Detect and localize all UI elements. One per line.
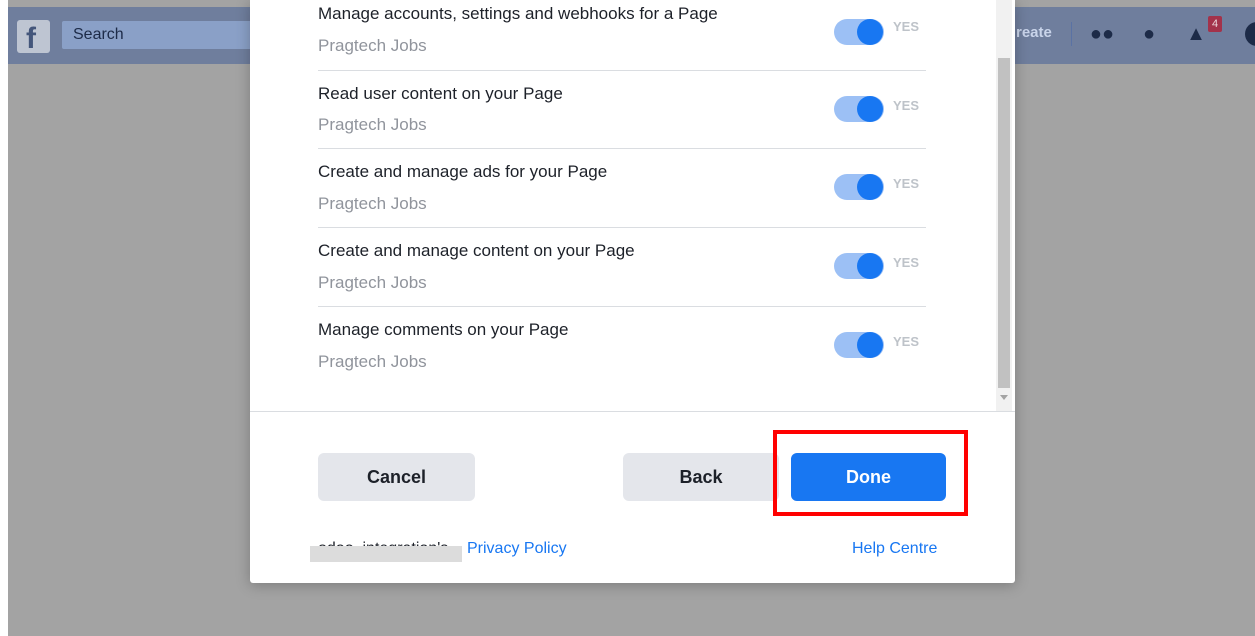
permission-page-name: Pragtech Jobs — [318, 352, 427, 371]
permission-page-name: Pragtech Jobs — [318, 36, 427, 55]
done-highlight-annotation — [773, 430, 968, 516]
permission-title: Read user content on your Page — [318, 84, 563, 103]
toggle-knob — [857, 19, 883, 45]
search-input[interactable]: Search — [62, 21, 262, 49]
facebook-logo-icon[interactable]: f — [17, 20, 50, 55]
footer-divider — [250, 411, 1015, 412]
permission-page-name: Pragtech Jobs — [318, 194, 427, 213]
search-placeholder: Search — [73, 26, 124, 43]
permissions-list[interactable]: Manage accounts, settings and webhooks f… — [250, 0, 1015, 411]
notification-badge: 4 — [1208, 16, 1222, 32]
messenger-icon[interactable]: ● — [1135, 20, 1163, 48]
permission-row: Read user content on your Page Pragtech … — [318, 70, 926, 149]
permission-row: Manage accounts, settings and webhooks f… — [318, 0, 926, 71]
cancel-button[interactable]: Cancel — [318, 453, 475, 501]
permission-page-name: Pragtech Jobs — [318, 115, 427, 134]
permission-row: Create and manage content on your Page P… — [318, 228, 926, 307]
redaction-bar — [310, 546, 462, 562]
scroll-down-arrow-icon[interactable] — [1000, 395, 1008, 400]
toggle-label: YES — [893, 19, 920, 34]
toggle-label: YES — [893, 98, 920, 113]
permission-row: Create and manage ads for your Page Prag… — [318, 149, 926, 228]
toggle-knob — [857, 96, 883, 122]
permission-title: Create and manage ads for your Page — [318, 162, 608, 181]
scrollbar-thumb[interactable] — [998, 58, 1010, 388]
bell-icon[interactable]: ▲ — [1182, 20, 1210, 48]
toggle-label: YES — [893, 176, 920, 191]
friends-icon[interactable]: ●● — [1088, 20, 1116, 48]
permission-toggle[interactable] — [834, 253, 884, 279]
permission-title: Manage comments on your Page — [318, 320, 569, 339]
permission-title: Manage accounts, settings and webhooks f… — [318, 4, 718, 23]
permission-toggle[interactable] — [834, 19, 884, 45]
permission-row: Manage comments on your Page Pragtech Jo… — [318, 307, 926, 385]
toggle-label: YES — [893, 255, 920, 270]
toggle-knob — [857, 332, 883, 358]
create-link[interactable]: reate — [1016, 24, 1052, 41]
permission-toggle[interactable] — [834, 96, 884, 122]
toggle-label: YES — [893, 334, 920, 349]
permission-page-name: Pragtech Jobs — [318, 273, 427, 292]
help-centre-link[interactable]: Help Centre — [852, 540, 937, 558]
permissions-dialog: Manage accounts, settings and webhooks f… — [250, 0, 1015, 583]
permission-title: Create and manage content on your Page — [318, 241, 635, 260]
toggle-knob — [857, 174, 883, 200]
privacy-policy-link[interactable]: Privacy Policy — [467, 540, 567, 558]
permission-toggle[interactable] — [834, 174, 884, 200]
toggle-knob — [857, 253, 883, 279]
permission-toggle[interactable] — [834, 332, 884, 358]
nav-divider — [1071, 22, 1072, 46]
back-button[interactable]: Back — [623, 453, 779, 501]
